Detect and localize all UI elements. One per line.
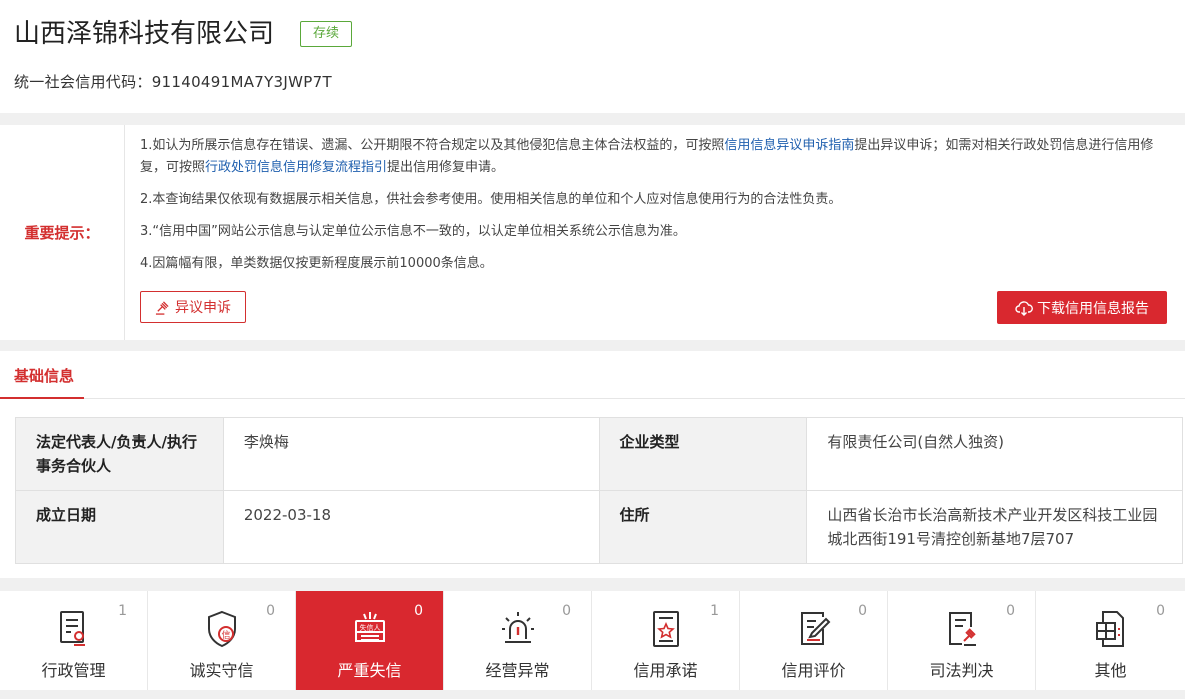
tab-count: 0 <box>858 603 867 619</box>
download-button-label: 下载信用信息报告 <box>1037 300 1149 317</box>
notice-item-1: 1.如认为所展示信息存在错误、遗漏、公开期限不符合规定以及其他侵犯信息主体合法权… <box>140 135 1175 179</box>
tab-divider <box>84 398 1185 399</box>
company-name: 山西泽锦科技有限公司 <box>14 19 275 49</box>
tab-label: 经营异常 <box>485 661 550 680</box>
download-report-button[interactable]: 下载信用信息报告 <box>997 291 1167 324</box>
tab-label: 严重失信 <box>337 661 402 680</box>
tab-label: 其他 <box>1094 661 1127 680</box>
tab-count: 0 <box>266 603 275 619</box>
basic-info-panel: 基础信息 法定代表人/负责人/执行事务合伙人 李焕梅 企业类型 有限责任公司(自… <box>0 351 1185 578</box>
document-stamp-icon <box>59 611 85 646</box>
notice-item-2: 2.本查询结果仅依现有数据展示相关信息，供社会参考使用。使用相关信息的单位和个人… <box>140 192 842 207</box>
tab-count: 1 <box>710 603 719 619</box>
cloud-download-icon <box>1015 300 1033 316</box>
tab-label: 信用承诺 <box>633 661 698 680</box>
objection-button[interactable]: 异议申诉 <box>140 291 246 323</box>
tab-count: 1 <box>118 603 127 619</box>
table-row: 成立日期 2022-03-18 住所 山西省长治市长治高新技术产业开发区科技工业… <box>15 490 1183 564</box>
important-notice-panel: 重要提示： 1.如认为所展示信息存在错误、遗漏、公开期限不符合规定以及其他侵犯信… <box>0 125 1185 340</box>
evaluation-edit-icon <box>800 612 830 645</box>
company-header: 山西泽锦科技有限公司 存续 统一社会信用代码：91140491MA7Y3JWP7… <box>0 0 1185 113</box>
alarm-light-icon <box>501 612 534 643</box>
credit-code-label: 统一社会信用代码： <box>14 73 152 91</box>
notice-item-3: 3.“信用中国”网站公示信息与认定单位公示信息不一致的，以认定单位相关系统公示信… <box>140 224 686 239</box>
tab-label: 信用评价 <box>781 661 846 680</box>
table-row: 法定代表人/负责人/执行事务合伙人 李焕梅 企业类型 有限责任公司(自然人独资) <box>15 417 1183 491</box>
company-type-label: 企业类型 <box>598 417 808 491</box>
tab-count: 0 <box>414 603 423 619</box>
tab-count: 0 <box>562 603 571 619</box>
star-document-icon <box>652 611 679 647</box>
credit-category-tabs: 1 行政管理 信 0 诚实守信 失信人 0 严重失信 0 经营异常 1 信用承诺… <box>0 591 1185 690</box>
founding-date-label: 成立日期 <box>15 490 224 564</box>
shield-credit-icon: 信 <box>207 610 236 648</box>
other-grid-icon <box>1095 611 1124 647</box>
credit-code: 统一社会信用代码：91140491MA7Y3JWP7T <box>14 71 332 92</box>
tab-administrative[interactable]: 1 行政管理 <box>0 591 148 690</box>
legal-rep-label: 法定代表人/负责人/执行事务合伙人 <box>15 417 224 491</box>
objection-button-label: 异议申诉 <box>175 300 231 316</box>
company-type-value: 有限责任公司(自然人独资) <box>806 417 1183 491</box>
tab-label: 司法判决 <box>929 661 994 680</box>
address-label: 住所 <box>598 490 808 564</box>
repair-guide-link[interactable]: 行政处罚信息信用修复流程指引 <box>205 160 387 175</box>
tab-credit-evaluation[interactable]: 0 信用评价 <box>740 591 888 690</box>
judgment-gavel-icon <box>948 612 976 646</box>
tab-active-underline <box>0 397 84 399</box>
gavel-icon <box>155 300 169 315</box>
svg-text:失信人: 失信人 <box>359 623 380 632</box>
notice-label: 重要提示： <box>0 125 125 340</box>
tab-business-abnormal[interactable]: 0 经营异常 <box>444 591 592 690</box>
tab-serious-dishonesty[interactable]: 失信人 0 严重失信 <box>296 591 444 690</box>
tab-judicial-judgment[interactable]: 0 司法判决 <box>888 591 1036 690</box>
tab-honesty[interactable]: 信 0 诚实守信 <box>148 591 296 690</box>
objection-guide-link[interactable]: 信用信息异议申诉指南 <box>724 138 854 153</box>
status-badge: 存续 <box>300 21 352 47</box>
dishonest-person-icon: 失信人 <box>354 612 385 642</box>
notice-item-1-text-c: 提出信用修复申请。 <box>387 160 505 175</box>
tab-basic-info[interactable]: 基础信息 <box>14 365 74 386</box>
tab-label: 行政管理 <box>41 661 106 680</box>
tab-count: 0 <box>1156 603 1165 619</box>
notice-item-4: 4.因篇幅有限，单类数据仅按更新程度展示前10000条信息。 <box>140 256 493 271</box>
address-value: 山西省长治市长治高新技术产业开发区科技工业园城北西街191号清控创新基地7层70… <box>806 490 1183 564</box>
legal-rep-value: 李焕梅 <box>222 417 600 491</box>
founding-date-value: 2022-03-18 <box>222 490 600 564</box>
svg-text:信: 信 <box>221 629 230 641</box>
basic-info-table: 法定代表人/负责人/执行事务合伙人 李焕梅 企业类型 有限责任公司(自然人独资)… <box>15 417 1183 564</box>
notice-item-1-text-a: 1.如认为所展示信息存在错误、遗漏、公开期限不符合规定以及其他侵犯信息主体合法权… <box>140 138 725 153</box>
tab-credit-commitment[interactable]: 1 信用承诺 <box>592 591 740 690</box>
tab-label: 诚实守信 <box>189 661 254 680</box>
tab-count: 0 <box>1006 603 1015 619</box>
tab-other[interactable]: 0 其他 <box>1036 591 1185 690</box>
credit-code-value: 91140491MA7Y3JWP7T <box>151 73 332 91</box>
notice-content: 1.如认为所展示信息存在错误、遗漏、公开期限不符合规定以及其他侵犯信息主体合法权… <box>140 135 1175 285</box>
